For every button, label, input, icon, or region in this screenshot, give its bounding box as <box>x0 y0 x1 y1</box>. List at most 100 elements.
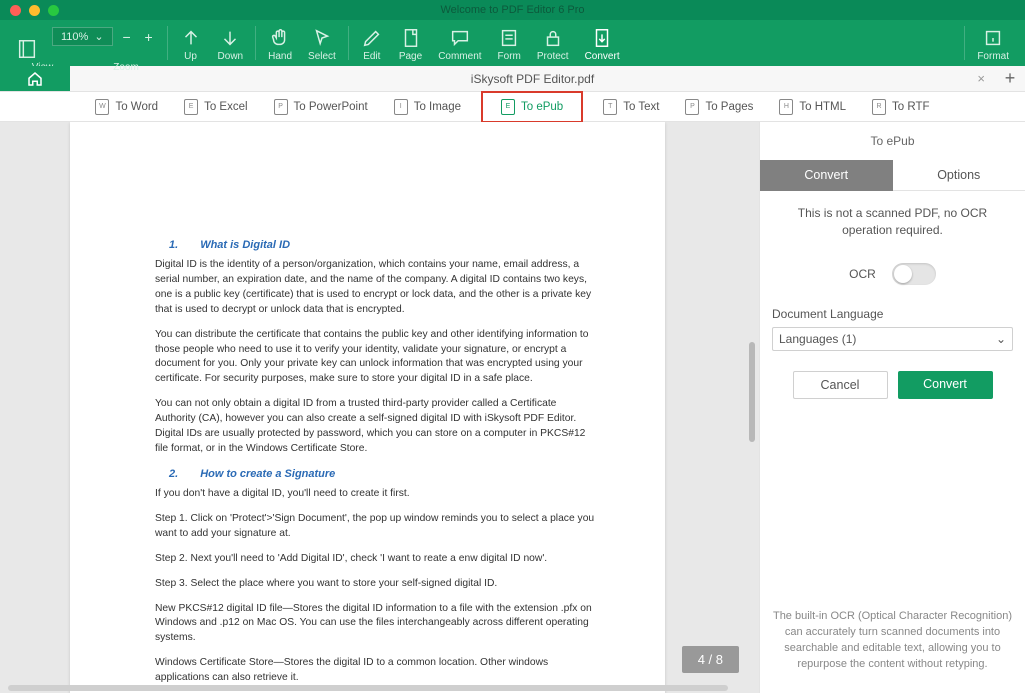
to-excel-button[interactable]: ETo Excel <box>178 95 253 119</box>
page-icon <box>400 27 422 49</box>
side-panel: To ePub Convert Options This is not a sc… <box>759 122 1025 693</box>
ocr-label: OCR <box>849 267 876 281</box>
comment-icon <box>449 27 471 49</box>
home-button[interactable] <box>0 66 70 91</box>
minimize-window[interactable] <box>29 5 40 16</box>
excel-icon: E <box>184 99 198 115</box>
paragraph: New PKCS#12 digital ID file—Stores the d… <box>155 602 595 647</box>
paragraph: Step 2. Next you'll need to 'Add Digital… <box>155 552 595 567</box>
heading-2: 2.How to create a Signature <box>169 467 595 483</box>
page-indicator: 4 / 8 <box>682 646 739 673</box>
panel-footer-text: The built-in OCR (Optical Character Reco… <box>760 597 1025 693</box>
up-button[interactable]: Up <box>172 20 210 66</box>
epub-icon: E <box>501 99 515 115</box>
document-tab[interactable]: iSkysoft PDF Editor.pdf × <box>70 66 995 91</box>
to-pages-button[interactable]: PTo Pages <box>679 95 759 119</box>
comment-button[interactable]: Comment <box>430 20 489 66</box>
protect-button[interactable]: Protect <box>529 20 577 66</box>
main-toolbar: 110%⌄ − + ViewZoom Up Down Hand Select E… <box>0 20 1025 66</box>
to-powerpoint-button[interactable]: PTo PowerPoint <box>268 95 374 119</box>
zoom-group: 110%⌄ − + <box>52 27 157 46</box>
to-rtf-button[interactable]: RTo RTF <box>866 95 936 119</box>
close-tab-icon[interactable]: × <box>977 71 985 86</box>
document-tab-label: iSkysoft PDF Editor.pdf <box>471 72 594 86</box>
up-arrow-icon <box>180 27 202 49</box>
paragraph: Step 1. Click on 'Protect'>'Sign Documen… <box>155 512 595 542</box>
toolbar-separator <box>167 26 168 60</box>
tab-options[interactable]: Options <box>893 160 1025 191</box>
panel-title: To ePub <box>760 122 1025 160</box>
word-icon: W <box>95 99 109 115</box>
format-button[interactable]: Format <box>969 20 1017 66</box>
zoom-dropdown[interactable]: 110%⌄ <box>52 27 113 46</box>
to-image-button[interactable]: ITo Image <box>388 95 467 119</box>
heading-1: 1.What is Digital ID <box>169 238 595 254</box>
ocr-toggle[interactable] <box>892 263 936 285</box>
convert-button[interactable]: Convert <box>577 20 628 66</box>
paragraph: Windows Certificate Store—Stores the dig… <box>155 656 595 686</box>
lock-icon <box>542 27 564 49</box>
panel-buttons: Cancel Convert <box>772 371 1013 399</box>
cursor-icon <box>311 27 333 49</box>
image-icon: I <box>394 99 408 115</box>
down-button[interactable]: Down <box>210 20 252 66</box>
hand-button[interactable]: Hand <box>260 20 300 66</box>
chevron-down-icon: ⌄ <box>996 332 1006 346</box>
toggle-knob <box>894 265 912 283</box>
panel-body: This is not a scanned PDF, no OCR operat… <box>760 191 1025 413</box>
edit-button[interactable]: Edit <box>353 20 391 66</box>
info-icon <box>982 27 1004 49</box>
cancel-button[interactable]: Cancel <box>793 371 888 399</box>
toolbar-separator <box>348 26 349 60</box>
to-html-button[interactable]: HTo HTML <box>773 95 852 119</box>
rtf-icon: R <box>872 99 886 115</box>
close-window[interactable] <box>10 5 21 16</box>
toolbar-view-group: 110%⌄ − + ViewZoom <box>8 14 163 73</box>
to-epub-button[interactable]: ETo ePub <box>481 91 583 123</box>
chevron-down-icon: ⌄ <box>94 30 103 43</box>
ocr-message: This is not a scanned PDF, no OCR operat… <box>772 205 1013 239</box>
ppt-icon: P <box>274 99 288 115</box>
ocr-row: OCR <box>772 263 1013 285</box>
title-bar: Welcome to PDF Editor 6 Pro <box>0 0 1025 20</box>
paragraph: You can distribute the certificate that … <box>155 328 595 388</box>
app-title: Welcome to PDF Editor 6 Pro <box>440 4 584 16</box>
panel-tabs: Convert Options <box>760 160 1025 191</box>
tab-convert[interactable]: Convert <box>760 160 893 191</box>
form-button[interactable]: Form <box>490 20 529 66</box>
paragraph: If you don't have a digital ID, you'll n… <box>155 487 595 502</box>
convert-action-button[interactable]: Convert <box>898 371 993 399</box>
main-area: 1.What is Digital ID Digital ID is the i… <box>0 122 1025 693</box>
to-word-button[interactable]: WTo Word <box>89 95 164 119</box>
document-viewer[interactable]: 1.What is Digital ID Digital ID is the i… <box>0 122 759 693</box>
horizontal-scrollbar[interactable] <box>8 685 728 691</box>
maximize-window[interactable] <box>48 5 59 16</box>
to-text-button[interactable]: TTo Text <box>597 95 665 119</box>
convert-targets-bar: WTo Word ETo Excel PTo PowerPoint ITo Im… <box>0 92 1025 122</box>
view-button[interactable] <box>8 14 46 60</box>
add-tab-button[interactable]: + <box>995 66 1025 91</box>
language-label: Document Language <box>772 307 1013 321</box>
zoom-in-button[interactable]: + <box>141 29 157 45</box>
hand-icon <box>269 27 291 49</box>
zoom-out-button[interactable]: − <box>119 29 135 45</box>
paragraph: You can not only obtain a digital ID fro… <box>155 397 595 457</box>
window-controls <box>0 5 59 16</box>
down-arrow-icon <box>219 27 241 49</box>
toolbar-separator <box>964 26 965 60</box>
view-icon <box>16 38 38 60</box>
page-button[interactable]: Page <box>391 20 430 66</box>
select-button[interactable]: Select <box>300 20 344 66</box>
pdf-page: 1.What is Digital ID Digital ID is the i… <box>70 122 665 693</box>
home-icon <box>26 70 44 88</box>
vertical-scrollbar[interactable] <box>749 342 755 442</box>
html-icon: H <box>779 99 793 115</box>
paragraph: Digital ID is the identity of a person/o… <box>155 258 595 318</box>
paragraph: Step 3. Select the place where you want … <box>155 577 595 592</box>
language-select[interactable]: Languages (1)⌄ <box>772 327 1013 351</box>
edit-icon <box>361 27 383 49</box>
convert-icon <box>591 27 613 49</box>
tab-bar: iSkysoft PDF Editor.pdf × + <box>0 66 1025 92</box>
text-icon: T <box>603 99 617 115</box>
form-icon <box>498 27 520 49</box>
